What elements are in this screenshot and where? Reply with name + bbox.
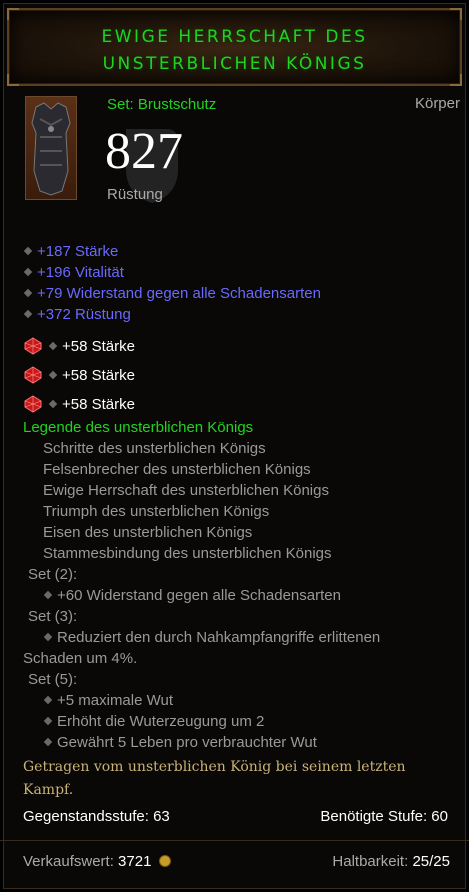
set-piece: Felsenbrecher des unsterblichen Königs	[43, 461, 311, 478]
item-slot: Körper	[414, 95, 460, 112]
tooltip-header: EWIGE HERRSCHAFT DES UNSTERBLICHEN KÖNIG…	[7, 8, 462, 86]
set-piece: Stammesbindung des unsterblichen Königs	[43, 545, 332, 562]
socket-row: +58 Stärke	[24, 337, 135, 355]
durability: Haltbarkeit: 25/25	[332, 853, 450, 870]
socket-row: +58 Stärke	[24, 366, 135, 384]
footer-divider	[0, 840, 469, 841]
bullet-icon	[43, 590, 53, 600]
corner-ornament	[7, 74, 19, 86]
armor-label: Rüstung	[107, 186, 163, 203]
bullet-icon	[23, 288, 33, 298]
primary-stat: +79 Widerstand gegen alle Schadensarten	[23, 285, 321, 302]
sell-value: Verkaufswert: 3721	[23, 853, 171, 870]
item-type: Set: Brustschutz	[107, 96, 217, 113]
item-level: Gegenstandsstufe: 63	[23, 808, 170, 825]
set-bonus: Gewährt 5 Leben pro verbrauchter Wut	[43, 734, 317, 751]
bullet-icon	[43, 716, 53, 726]
primary-stat: +196 Vitalität	[23, 264, 124, 281]
flavor-text: Getragen vom unsterblichen König bei sei…	[23, 759, 406, 775]
gold-coin-icon	[158, 855, 171, 867]
bullet-icon	[48, 399, 58, 409]
bullet-icon	[48, 341, 58, 351]
ruby-icon	[24, 395, 42, 413]
corner-ornament	[450, 8, 462, 20]
bullet-icon	[43, 737, 53, 747]
set-piece: Ewige Herrschaft des unsterblichen König…	[43, 482, 329, 499]
armor-value: 827	[105, 123, 183, 180]
chest-armor-icon	[25, 96, 77, 200]
item-title-line2: UNSTERBLICHEN KÖNIGS	[102, 54, 367, 74]
corner-ornament	[7, 8, 19, 20]
tooltip-footer: Verkaufswert: 3721 Haltbarkeit: 25/25	[7, 845, 462, 881]
set-piece: Triumph des unsterblichen Königs	[43, 503, 270, 520]
set-bonus-label: Set (3):	[28, 608, 78, 625]
corner-ornament	[450, 74, 462, 86]
set-bonus: Reduziert den durch Nahkampfangriffe erl…	[43, 629, 380, 646]
bullet-icon	[23, 246, 33, 256]
ruby-icon	[24, 366, 42, 384]
primary-stat: +187 Stärke	[23, 243, 118, 260]
bullet-icon	[43, 632, 53, 642]
flavor-text: Kampf.	[23, 782, 74, 798]
bullet-icon	[43, 695, 53, 705]
set-bonus: +5 maximale Wut	[43, 692, 173, 709]
set-name: Legende des unsterblichen Königs	[23, 419, 254, 436]
primary-stat: +372 Rüstung	[23, 306, 131, 323]
required-level: Benötigte Stufe: 60	[320, 808, 448, 825]
set-piece: Eisen des unsterblichen Königs	[43, 524, 253, 541]
bullet-icon	[48, 370, 58, 380]
item-title-line1: EWIGE HERRSCHAFT DES	[101, 27, 368, 47]
ruby-icon	[24, 337, 42, 355]
set-bonus: +60 Widerstand gegen alle Schadensarten	[43, 587, 341, 604]
set-bonus: Erhöht die Wuterzeugung um 2	[43, 713, 264, 730]
set-bonus-label: Set (2):	[28, 566, 78, 583]
set-piece: Schritte des unsterblichen Königs	[43, 440, 266, 457]
bullet-icon	[23, 309, 33, 319]
socket-row: +58 Stärke	[24, 395, 135, 413]
tooltip-body: Set: Brustschutz Körper 827 Rüstung +187…	[15, 88, 460, 840]
bullet-icon	[23, 267, 33, 277]
set-bonus-continued: Schaden um 4%.	[23, 650, 138, 667]
set-bonus-label: Set (5):	[28, 671, 78, 688]
